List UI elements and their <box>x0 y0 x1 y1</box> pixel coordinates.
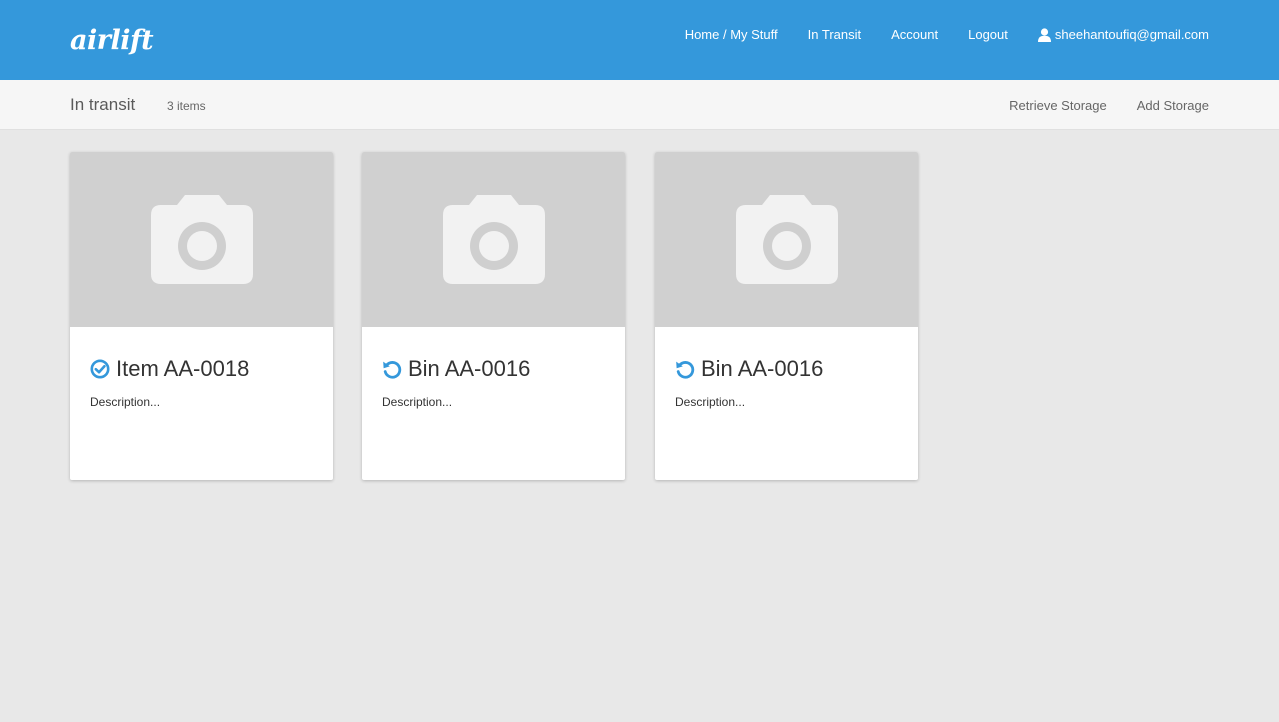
nav-logout[interactable]: Logout <box>968 26 1008 44</box>
photo-placeholder <box>70 152 333 327</box>
check-circle-icon <box>90 359 110 379</box>
card-title: Item AA-0018 <box>90 355 249 383</box>
refresh-icon <box>383 361 402 379</box>
card-description: Description... <box>675 395 746 409</box>
photo-placeholder <box>655 152 918 327</box>
nav-in-transit[interactable]: In Transit <box>808 26 861 44</box>
add-storage-link[interactable]: Add Storage <box>1137 97 1209 114</box>
user-email: sheehantoufiq@gmail.com <box>1054 27 1209 42</box>
nav-account[interactable]: Account <box>891 26 938 44</box>
camera-icon <box>150 195 253 284</box>
card-description: Description... <box>382 395 453 409</box>
main-nav: Home / My Stuff In Transit Account Logou… <box>685 26 1209 44</box>
card-title-text: Bin AA-0016 <box>701 356 824 381</box>
airlift-logo[interactable]: airlift <box>70 22 154 60</box>
camera-icon <box>735 195 838 284</box>
user-icon <box>1037 28 1051 42</box>
refresh-icon <box>676 361 695 379</box>
sub-header: In transit 3 items Retrieve Storage Add … <box>0 80 1279 130</box>
photo-placeholder <box>362 152 625 327</box>
card-title-text: Item AA-0018 <box>116 356 250 381</box>
nav-user-account[interactable]: sheehantoufiq@gmail.com <box>1037 26 1209 44</box>
card-description: Description... <box>90 395 161 409</box>
card-title-text: Bin AA-0016 <box>408 356 531 381</box>
nav-home-my-stuff[interactable]: Home / My Stuff <box>685 26 778 44</box>
storage-actions: Retrieve Storage Add Storage <box>1009 97 1209 114</box>
page-title: In transit <box>70 95 136 114</box>
top-navbar: airlift Home / My Stuff In Transit Accou… <box>0 0 1279 80</box>
card-title: Bin AA-0016 <box>675 355 823 383</box>
retrieve-storage-link[interactable]: Retrieve Storage <box>1009 97 1107 114</box>
storage-card[interactable]: Bin AA-0016 Description... <box>655 152 918 480</box>
item-count: 3 items <box>167 99 206 113</box>
storage-card[interactable]: Bin AA-0016 Description... <box>362 152 625 480</box>
storage-card[interactable]: Item AA-0018 Description... <box>70 152 333 480</box>
camera-icon <box>442 195 545 284</box>
card-title: Bin AA-0016 <box>382 355 530 383</box>
